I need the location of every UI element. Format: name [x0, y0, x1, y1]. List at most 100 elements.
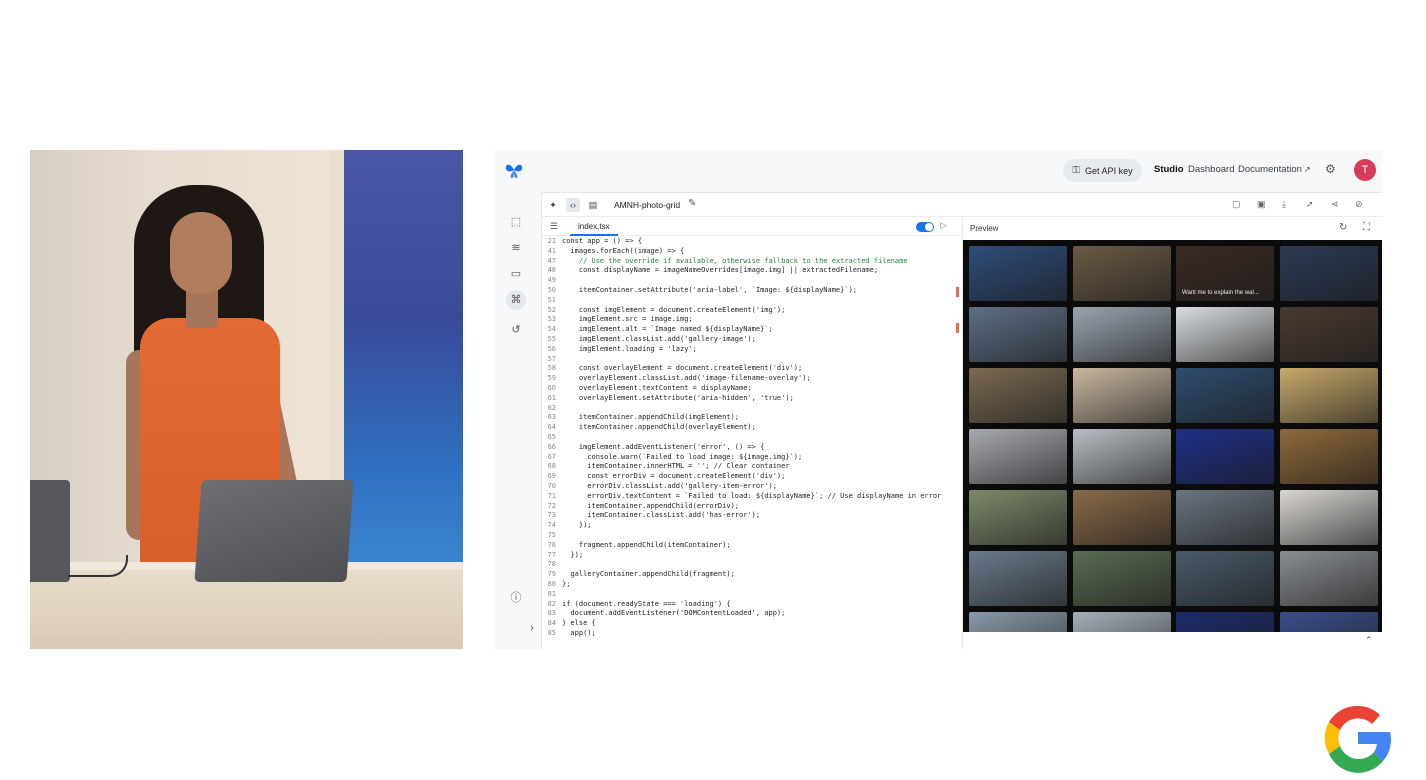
preview-fullscreen-icon[interactable]: ⛶ [1363, 222, 1370, 233]
line-number: 53 [547, 315, 556, 324]
chat-new-icon[interactable]: ⬚ [508, 214, 524, 230]
code-text: } else { [562, 619, 596, 628]
gallery-tile[interactable]: Want me to explain the wal... [1176, 246, 1274, 301]
line-number: 69 [547, 472, 556, 481]
code-text: imgElement.classList.add('gallery-image'… [562, 335, 756, 343]
gallery-tile[interactable] [1279, 612, 1378, 632]
expand-rail-chevron-icon[interactable]: › [524, 620, 540, 636]
audio-wave-icon[interactable]: ≋ [508, 240, 524, 256]
line-number: 70 [547, 482, 556, 490]
code-editor[interactable]: 21 const app = () => {41 images.forEach((… [542, 237, 962, 649]
gallery-tile[interactable] [1279, 307, 1378, 362]
code-text: itemContainer.appendChild(imgElement); [562, 413, 740, 422]
editor-panel: ✦ ‹› ▤ AMNH-photo-grid ✎ ▢ ▣ ⤓ ➚ ⋖ ⊘ ☰ i… [541, 192, 1382, 649]
line-number: 75 [547, 531, 556, 539]
gallery-tile[interactable] [1072, 612, 1171, 632]
gallery-tile[interactable] [1279, 429, 1378, 484]
code-line: 58 const overlayElement = document.creat… [542, 364, 962, 374]
gallery-tile[interactable] [1176, 490, 1274, 545]
sparkle-icon[interactable]: ✦ [546, 198, 560, 212]
gallery-tile[interactable] [969, 246, 1067, 301]
code-line: 55 imgElement.classList.add('gallery-ima… [542, 335, 962, 345]
code-line: 57 [542, 355, 962, 365]
book-icon[interactable]: ▤ [586, 198, 600, 212]
code-line: 80}; [542, 580, 962, 590]
google-logo-icon [1324, 705, 1391, 773]
edit-pencil-icon[interactable]: ✎ [688, 198, 696, 209]
code-line: 54 imgElement.alt = `Image named ${displ… [542, 325, 962, 335]
code-line: 52 const imgElement = document.createEle… [542, 306, 962, 316]
file-tab-index[interactable]: index.tsx [570, 218, 618, 236]
build-apps-icon[interactable]: ⌘ [506, 290, 526, 310]
media-chat-icon[interactable]: ▭ [508, 266, 524, 282]
file-list-icon[interactable]: ☰ [550, 221, 558, 232]
get-api-key-button[interactable]: ⚿ Get API key [1063, 159, 1142, 182]
history-icon[interactable]: ↺ [508, 322, 524, 338]
code-line: 77 }); [542, 551, 962, 561]
gallery-tile[interactable] [969, 612, 1067, 632]
code-text: itemContainer.appendChild(errorDiv); [562, 501, 740, 510]
gallery-tile[interactable] [969, 490, 1067, 545]
info-icon[interactable]: ⓘ [508, 590, 524, 606]
code-line: 81 [542, 590, 962, 600]
gallery-tile[interactable] [1072, 368, 1171, 423]
code-view-icon[interactable]: ‹› [566, 198, 580, 212]
gallery-tile[interactable] [969, 368, 1067, 423]
settings-gear-icon[interactable]: ⚙ [1325, 162, 1336, 176]
gallery-tile[interactable] [969, 307, 1067, 362]
code-line: 62 [542, 404, 962, 414]
line-number: 82 [547, 599, 556, 608]
code-text: document.addEventListener('DOMContentLoa… [562, 609, 786, 618]
download-icon[interactable]: ⤓ [1282, 199, 1286, 210]
scroll-markers [956, 283, 959, 343]
code-text: imgElement.src = image.img; [562, 315, 693, 324]
line-number: 79 [547, 570, 556, 579]
file-tab-label: index.tsx [578, 222, 610, 231]
autosave-toggle[interactable] [916, 222, 934, 232]
nav-dashboard[interactable]: Dashboard [1188, 164, 1234, 175]
line-number: 51 [547, 295, 556, 304]
code-text: imgElement.addEventListener('error', () … [562, 442, 765, 451]
gallery-tile[interactable] [1176, 612, 1274, 632]
gallery-tile[interactable] [1072, 429, 1171, 484]
preview-refresh-icon[interactable]: ↻ [1339, 222, 1347, 233]
code-line: 41 images.forEach((image) => { [542, 247, 962, 257]
line-number: 58 [547, 364, 556, 373]
code-line: 74 }); [542, 521, 962, 531]
save-icon[interactable]: ▣ [1257, 199, 1266, 210]
studio-logo-icon[interactable] [504, 160, 524, 180]
gallery-tile[interactable] [969, 429, 1067, 484]
gallery-tile[interactable] [1072, 307, 1171, 362]
gallery-tile[interactable] [1176, 551, 1274, 606]
run-play-icon[interactable]: ▷ [940, 220, 947, 231]
gallery-tile[interactable] [1176, 368, 1274, 423]
collapse-chevron-icon[interactable]: ⌃ [1365, 635, 1373, 646]
line-number: 77 [547, 550, 556, 559]
laptop-main [194, 480, 354, 582]
deploy-rocket-icon[interactable]: ➚ [1306, 199, 1314, 210]
gallery-tile[interactable] [1176, 429, 1274, 484]
gallery-tile[interactable] [969, 551, 1067, 606]
line-number: 81 [547, 589, 556, 598]
share-icon[interactable]: ⋖ [1331, 199, 1339, 210]
user-avatar[interactable]: T [1354, 159, 1376, 181]
gallery-tile[interactable] [1072, 490, 1171, 545]
nav-documentation[interactable]: Documentation ↗ [1238, 164, 1311, 175]
photo-grid: Want me to explain the wal... [963, 240, 1382, 632]
gallery-tile[interactable] [1279, 490, 1378, 545]
gallery-tile[interactable] [1279, 246, 1378, 301]
code-text: overlayElement.classList.add('image-file… [562, 374, 811, 383]
gallery-tile[interactable] [1072, 551, 1171, 606]
gallery-tile[interactable] [1279, 368, 1378, 423]
code-line: 49 [542, 276, 962, 286]
gallery-tile[interactable] [1279, 551, 1378, 606]
gallery-tile[interactable] [1176, 307, 1274, 362]
ai-studio-window: ⚿ Get API key Studio Dashboard Documenta… [494, 150, 1382, 649]
external-link-icon: ↗ [1303, 165, 1311, 174]
nav-studio[interactable]: Studio [1154, 164, 1184, 175]
gallery-tile[interactable] [1072, 246, 1171, 301]
code-text: images.forEach((image) => { [562, 246, 685, 255]
line-number: 59 [547, 374, 556, 383]
code-line: 67 console.warn(`Failed to load image: $… [542, 453, 962, 463]
hide-code-icon[interactable]: ⊘ [1355, 199, 1363, 210]
